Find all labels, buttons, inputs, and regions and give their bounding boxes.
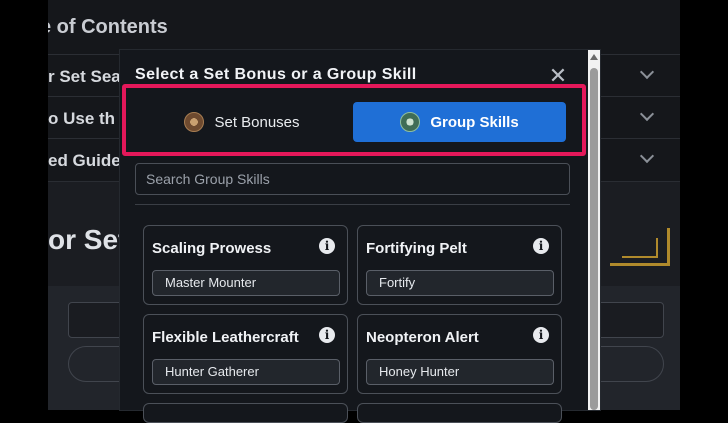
toc-row-label: o Use th: [48, 109, 116, 128]
card-title: Scaling Prowess: [152, 240, 272, 257]
highlight-box: [122, 84, 586, 156]
divider: [135, 204, 570, 205]
skill-tag: Fortify: [366, 270, 554, 296]
card-title: Fortifying Pelt: [366, 240, 467, 257]
search-input[interactable]: [135, 163, 570, 195]
info-icon[interactable]: i: [319, 327, 335, 343]
card-title: Neopteron Alert: [366, 329, 479, 346]
skill-tag: Master Mounter: [152, 270, 340, 296]
group-skill-card[interactable]: Flexible Leathercraft i Hunter Gatherer: [143, 314, 348, 394]
group-skill-card[interactable]: Neopteron Alert i Honey Hunter: [357, 314, 562, 394]
skill-tag: Honey Hunter: [366, 359, 554, 385]
chevron-down-icon: [639, 64, 655, 80]
toc-title: e of Contents: [48, 16, 168, 38]
group-skill-card[interactable]: [357, 403, 562, 423]
info-icon[interactable]: i: [533, 238, 549, 254]
dialog-title: Select a Set Bonus or a Group Skill: [135, 66, 417, 83]
gold-ornament: [622, 238, 658, 258]
scrollbar-thumb[interactable]: [590, 68, 598, 410]
group-skill-card[interactable]: Fortifying Pelt i Fortify: [357, 225, 562, 305]
chevron-down-icon: [639, 106, 655, 122]
toc-row-label: r Set Sea: [48, 67, 121, 86]
skill-tag: Hunter Gatherer: [152, 359, 340, 385]
group-skill-card[interactable]: [143, 403, 348, 423]
group-skill-card[interactable]: Scaling Prowess i Master Mounter: [143, 225, 348, 305]
scroll-up-arrow-icon[interactable]: [590, 54, 598, 60]
close-icon[interactable]: ✕: [548, 65, 568, 87]
toc-row-label: ed Guide: [48, 151, 121, 170]
chevron-down-icon: [639, 148, 655, 164]
card-title: Flexible Leathercraft: [152, 329, 299, 346]
info-icon[interactable]: i: [533, 327, 549, 343]
info-icon[interactable]: i: [319, 238, 335, 254]
section-heading: or Set: [48, 224, 128, 255]
